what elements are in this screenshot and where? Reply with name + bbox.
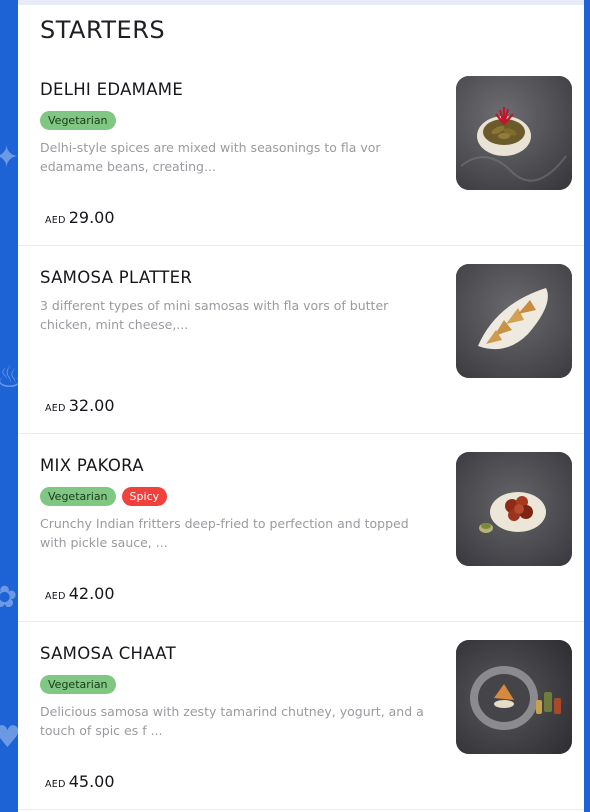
samosa-chaat-photo[interactable]: [456, 640, 572, 754]
menu-item-list: DELHI EDAMAME Vegetarian Delhi-style spi…: [18, 58, 584, 810]
price-amount: 29.00: [68, 208, 115, 227]
vegetarian-tag: Vegetarian: [40, 487, 116, 506]
price-amount: 45.00: [68, 772, 115, 791]
item-tags: Vegetarian Spicy: [40, 487, 168, 506]
item-name: SAMOSA PLATTER: [40, 268, 193, 287]
price-amount: 32.00: [68, 396, 115, 415]
menu-item-samosa-chaat[interactable]: SAMOSA CHAAT Vegetarian Delicious samosa…: [18, 622, 584, 810]
vegetarian-tag: Vegetarian: [40, 111, 116, 130]
vegetarian-tag: Vegetarian: [40, 675, 116, 694]
item-name: DELHI EDAMAME: [40, 80, 184, 99]
price-amount: 42.00: [68, 584, 115, 603]
item-price: AED 45.00: [45, 772, 115, 791]
section-title: STARTERS: [40, 16, 166, 44]
price-currency: AED: [45, 215, 66, 226]
item-name: SAMOSA CHAAT: [40, 644, 176, 663]
item-price: AED 29.00: [45, 208, 115, 227]
menu-item-delhi-edamame[interactable]: DELHI EDAMAME Vegetarian Delhi-style spi…: [18, 58, 584, 246]
pakora-dish-photo[interactable]: [456, 452, 572, 566]
menu-item-mix-pakora[interactable]: MIX PAKORA Vegetarian Spicy Crunchy Indi…: [18, 434, 584, 622]
item-description: Crunchy Indian fritters deep-fried to pe…: [40, 516, 409, 550]
item-name: MIX PAKORA: [40, 456, 144, 475]
price-currency: AED: [45, 779, 66, 790]
price-currency: AED: [45, 591, 66, 602]
spicy-tag: Spicy: [121, 487, 168, 506]
item-price: AED 42.00: [45, 584, 115, 603]
item-price: AED 32.00: [45, 396, 115, 415]
panel-top-divider: [18, 0, 584, 5]
item-tags: Vegetarian: [40, 111, 116, 130]
menu-item-samosa-platter[interactable]: SAMOSA PLATTER 3 different types of mini…: [18, 246, 584, 434]
background-doodle-icon: ✦: [0, 140, 20, 175]
background-doodle-icon: ✿: [0, 580, 18, 615]
item-tags: Vegetarian: [40, 675, 116, 694]
menu-panel: STARTERS DELHI EDAMAME Vegetarian Delhi-…: [18, 0, 584, 812]
item-description: Delicious samosa with zesty tamarind chu…: [40, 704, 424, 738]
item-description: Delhi-style spices are mixed with season…: [40, 140, 381, 174]
price-currency: AED: [45, 403, 66, 414]
item-description: 3 different types of mini samosas with f…: [40, 298, 389, 332]
samosa-platter-photo[interactable]: [456, 264, 572, 378]
edamame-dish-photo[interactable]: [456, 76, 572, 190]
